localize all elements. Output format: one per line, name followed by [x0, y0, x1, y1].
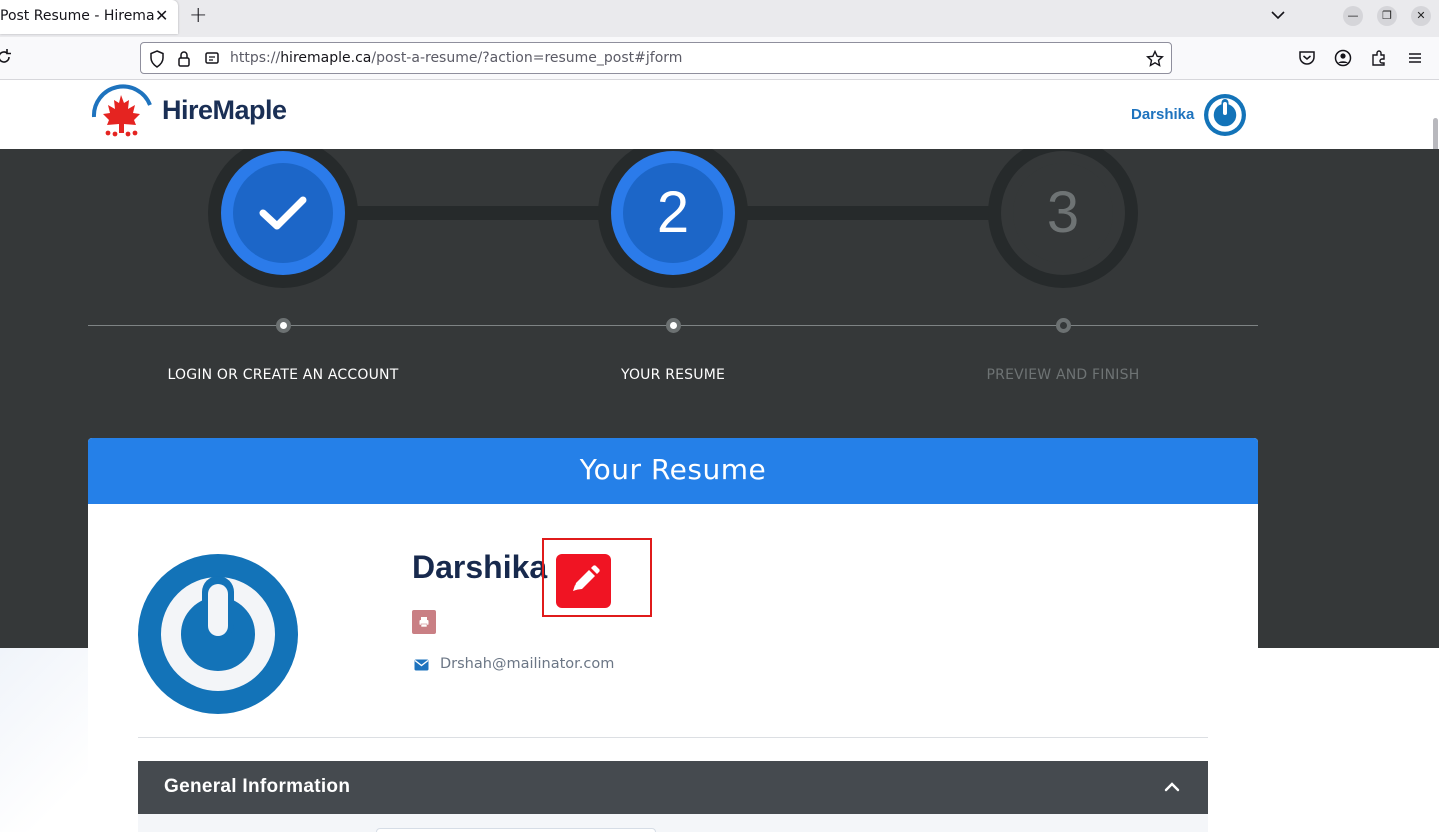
step-1-label: LOGIN OR CREATE AN ACCOUNT — [167, 367, 399, 383]
printer-icon — [419, 617, 429, 628]
general-information-accordion[interactable]: General Information — [138, 761, 1208, 814]
tab-close-icon[interactable]: ✕ — [155, 6, 168, 25]
step-2-dot — [666, 318, 681, 333]
shield-icon[interactable] — [149, 50, 165, 68]
accordion-body — [138, 814, 1208, 832]
browser-nav-bar: https://hiremaple.ca/post-a-resume/?acti… — [0, 37, 1439, 80]
envelope-icon — [414, 659, 429, 671]
chevron-up-icon[interactable] — [1163, 779, 1181, 795]
url-bar[interactable]: https://hiremaple.ca/post-a-resume/?acti… — [140, 42, 1172, 74]
restore-icon[interactable]: ❐ — [1377, 6, 1397, 26]
step-3-number: 3 — [1046, 180, 1080, 245]
print-button[interactable] — [412, 610, 436, 634]
profile-avatar-power-icon — [138, 554, 298, 714]
resume-card-header: Your Resume — [88, 438, 1258, 504]
pocket-icon[interactable] — [1298, 49, 1316, 67]
list-tabs-icon[interactable] — [1269, 6, 1287, 24]
extensions-icon[interactable] — [1370, 49, 1388, 67]
tab-title: Post Resume - Hiremaple — [0, 8, 154, 24]
step-3-label: PREVIEW AND FINISH — [986, 367, 1140, 383]
url-text[interactable]: https://hiremaple.ca/post-a-resume/?acti… — [230, 50, 682, 66]
page-info-icon[interactable] — [204, 50, 220, 68]
step-3-circle: 3 — [988, 149, 1138, 288]
bookmark-star-icon[interactable] — [1146, 50, 1164, 68]
step-connector — [350, 206, 606, 220]
resume-card: Your Resume Darshika Drshah@mailinator.c… — [88, 438, 1258, 832]
highlight-annotation-box — [542, 538, 652, 617]
url-path: /post-a-resume/?action=resume_post#jform — [371, 50, 683, 66]
page-background — [0, 648, 88, 832]
reload-icon[interactable] — [0, 47, 14, 67]
close-window-icon[interactable]: ✕ — [1411, 6, 1431, 26]
step-2-circle: 2 — [598, 149, 748, 288]
resume-card-title: Your Resume — [579, 453, 767, 486]
account-icon[interactable] — [1334, 49, 1352, 67]
header-user-name[interactable]: Darshika — [1131, 106, 1194, 123]
section-divider — [138, 737, 1208, 738]
maple-leaf-logo-icon — [91, 84, 152, 137]
hiremaple-logo[interactable]: HireMaple — [88, 83, 308, 143]
accordion-title: General Information — [164, 776, 351, 797]
form-field[interactable] — [376, 828, 656, 832]
step-connector — [740, 206, 996, 220]
user-avatar-power-icon[interactable] — [1204, 94, 1246, 136]
new-tab-icon[interactable]: + — [189, 3, 207, 28]
menu-icon[interactable] — [1406, 49, 1424, 67]
url-prefix: https:// — [230, 50, 281, 66]
candidate-email[interactable]: Drshah@mailinator.com — [440, 656, 614, 672]
step-2-number: 2 — [656, 180, 690, 245]
step-3-dot — [1056, 318, 1071, 333]
minimize-icon[interactable]: — — [1343, 6, 1363, 26]
brand-name: HireMaple — [162, 95, 287, 125]
step-2-label: YOUR RESUME — [620, 367, 726, 383]
candidate-name: Darshika — [412, 549, 548, 585]
site-header: HireMaple Darshika — [0, 81, 1439, 149]
url-host: hiremaple.ca — [280, 50, 372, 66]
lock-icon[interactable] — [177, 50, 191, 68]
browser-tab[interactable]: Post Resume - Hiremaple ✕ — [0, 0, 178, 34]
step-1-dot — [276, 318, 291, 333]
step-1-circle — [208, 149, 358, 288]
checkmark-icon — [259, 196, 307, 230]
browser-tab-bar: Post Resume - Hiremaple ✕ + — ❐ ✕ — [0, 0, 1439, 37]
